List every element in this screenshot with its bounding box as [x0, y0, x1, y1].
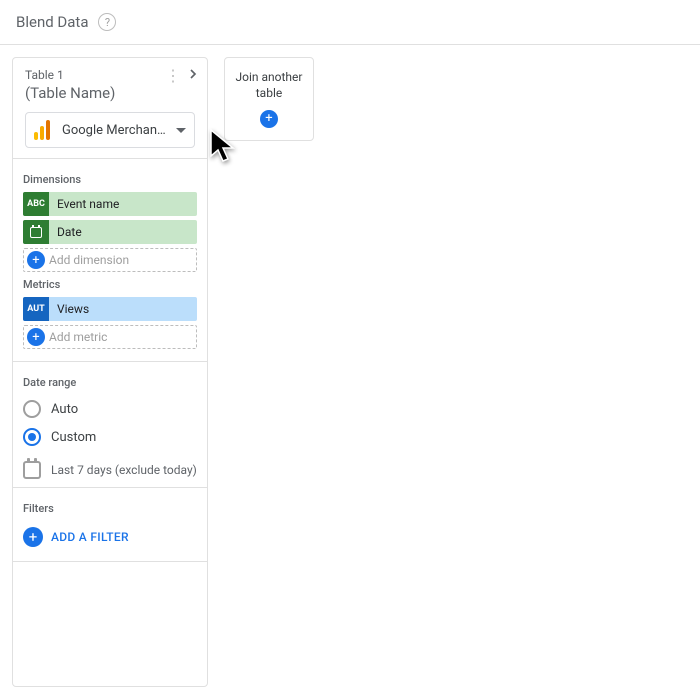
- analytics-icon: [34, 120, 54, 140]
- calendar-icon: [23, 461, 41, 479]
- kebab-menu-icon[interactable]: ⋮: [165, 68, 181, 84]
- join-another-table-button[interactable]: Join another table +: [224, 57, 314, 141]
- add-filter-label: ADD A FILTER: [51, 530, 129, 544]
- datasource-select[interactable]: Google Merchan…: [25, 112, 195, 148]
- page-title: Blend Data: [16, 13, 88, 31]
- radio-icon: [23, 428, 41, 446]
- dimension-chip[interactable]: ABC Event name: [23, 192, 197, 216]
- date-range-value[interactable]: Last 7 days (exclude today): [23, 461, 197, 479]
- plus-icon: +: [260, 110, 278, 128]
- date-range-auto-radio[interactable]: Auto: [23, 395, 197, 423]
- plus-icon: +: [27, 251, 45, 269]
- table-name-label[interactable]: (Table Name): [25, 84, 195, 102]
- radio-label: Auto: [51, 402, 78, 417]
- join-label: Join another table: [229, 70, 309, 101]
- calendar-icon: [23, 220, 49, 244]
- add-dimension-button[interactable]: + Add dimension: [23, 248, 197, 272]
- dimensions-heading: Dimensions: [23, 173, 197, 186]
- plus-icon: +: [27, 328, 45, 346]
- text-type-icon: ABC: [23, 192, 49, 216]
- chevron-right-icon[interactable]: [185, 66, 201, 86]
- auto-type-icon: AUT: [23, 297, 49, 321]
- dimension-label: Event name: [49, 197, 197, 211]
- add-filter-button[interactable]: + ADD A FILTER: [23, 521, 197, 553]
- filters-heading: Filters: [23, 502, 197, 515]
- metric-chip[interactable]: AUT Views: [23, 297, 197, 321]
- datasource-name: Google Merchan…: [62, 123, 168, 138]
- metrics-heading: Metrics: [23, 278, 197, 291]
- table-panel: ⋮ Table 1 (Table Name) Google Merchan… D…: [12, 57, 208, 687]
- add-metric-label: Add metric: [49, 330, 107, 344]
- help-icon[interactable]: ?: [98, 13, 116, 31]
- radio-label: Custom: [51, 430, 96, 445]
- dimension-chip[interactable]: Date: [23, 220, 197, 244]
- chevron-down-icon: [176, 128, 186, 133]
- radio-icon: [23, 400, 41, 418]
- date-range-heading: Date range: [23, 376, 197, 389]
- metric-label: Views: [49, 302, 197, 316]
- date-range-text: Last 7 days (exclude today): [51, 463, 197, 477]
- dimension-label: Date: [49, 225, 197, 239]
- add-metric-button[interactable]: + Add metric: [23, 325, 197, 349]
- date-range-custom-radio[interactable]: Custom: [23, 423, 197, 451]
- add-dimension-label: Add dimension: [49, 253, 129, 267]
- plus-icon: +: [23, 527, 43, 547]
